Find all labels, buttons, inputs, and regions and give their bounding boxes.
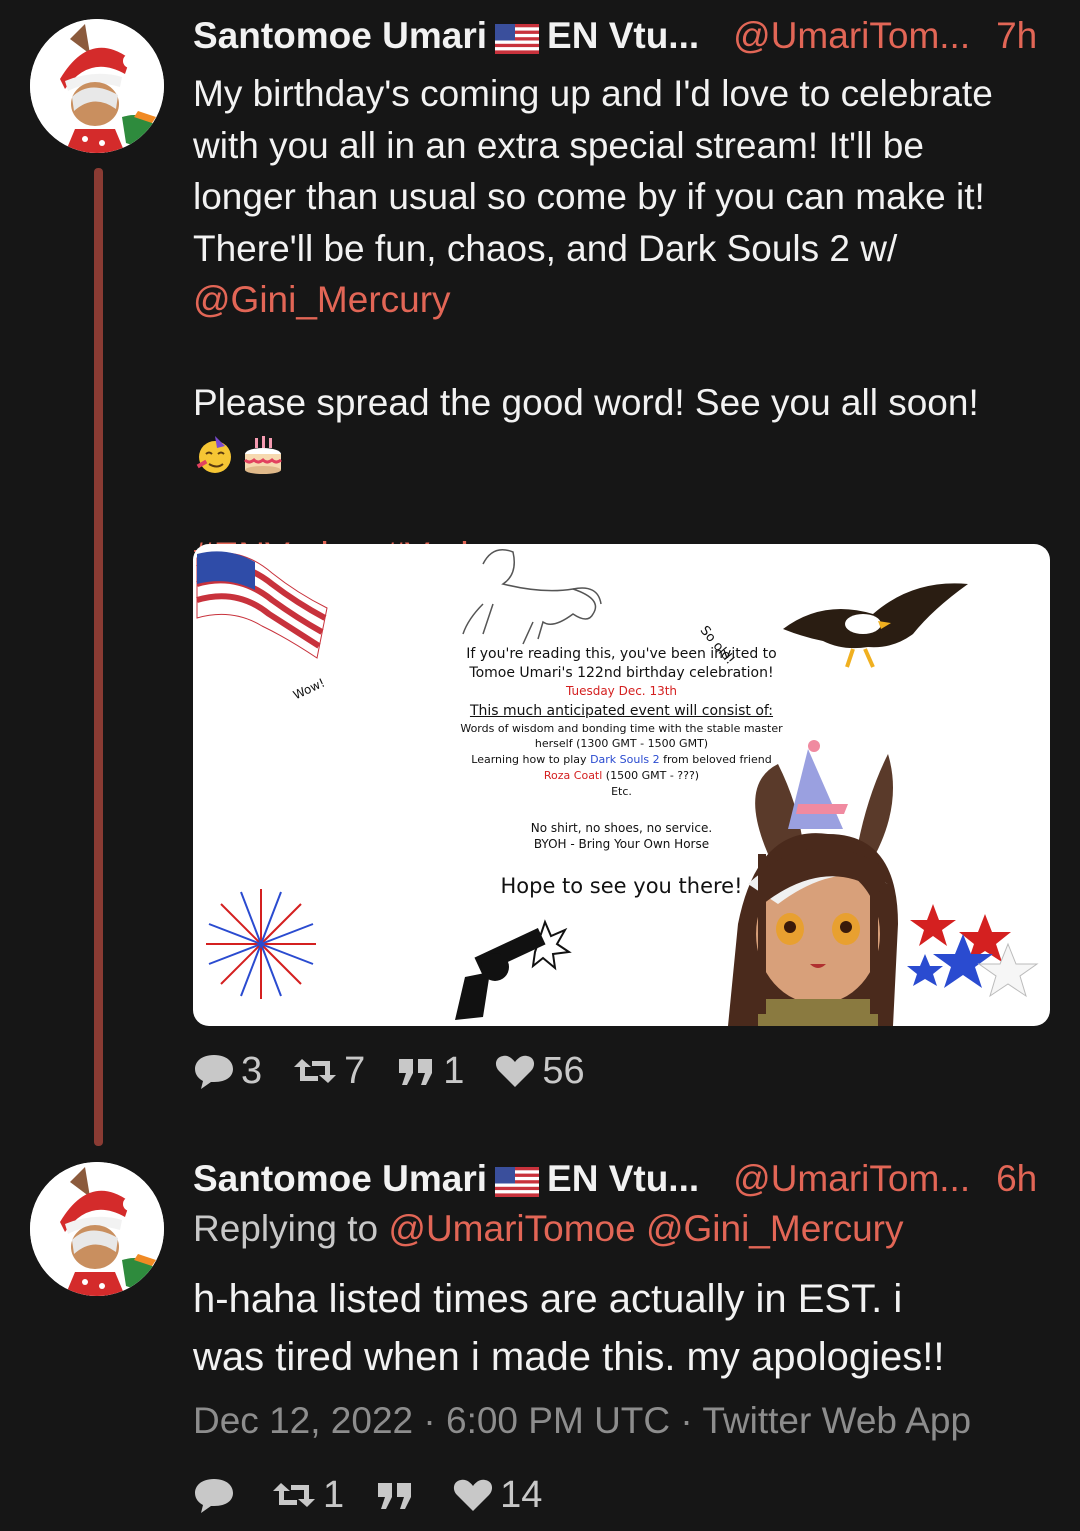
tweet-text-line: longer than usual so come by if you can …	[193, 176, 985, 217]
invitation-item: Roza Coatl (1500 GMT - ???)	[193, 769, 1050, 782]
like-button[interactable]: 56	[494, 1049, 585, 1093]
author-name[interactable]: Santomoe Umari	[193, 15, 487, 57]
mention-link[interactable]: @Gini_Mercury	[193, 279, 451, 320]
invitation-item-text: (1500 GMT - ???)	[602, 769, 700, 782]
author-handle[interactable]: @UmariTom...	[733, 1158, 970, 1200]
author-handle[interactable]: @UmariTom...	[733, 15, 970, 57]
tweet-header: Santomoe Umari EN Vtu... @UmariTom... 7h	[193, 11, 1053, 61]
retweet-button[interactable]: 1	[271, 1474, 344, 1517]
replying-to-label: Replying to	[193, 1208, 379, 1249]
tweet-text: h-haha listed times are actually in EST.…	[193, 1270, 1053, 1386]
tweet-stats: 3 7 1 56	[193, 1046, 615, 1096]
tweet-source: Twitter Web App	[702, 1400, 972, 1441]
tweet-time-full[interactable]: 6:00 PM UTC	[446, 1400, 670, 1441]
thread-line	[94, 168, 103, 1146]
author-name-suffix[interactable]: EN Vtu...	[547, 1158, 699, 1200]
heart-icon	[454, 1479, 493, 1511]
tweet-text-line: Please spread the good word! See you all…	[193, 382, 979, 423]
meta-separator: ·	[423, 1400, 446, 1441]
tweet-text-line: There'll be fun, chaos, and Dark Souls 2…	[193, 227, 898, 269]
invitation-game: Dark Souls 2	[590, 753, 660, 766]
invitation-rule: BYOH - Bring Your Own Horse	[533, 837, 710, 851]
invitation-closing: Hope to see you there!	[500, 874, 743, 898]
like-count: 14	[500, 1473, 543, 1516]
tweet-meta: Dec 12, 2022 · 6:00 PM UTC · Twitter Web…	[193, 1400, 971, 1442]
invitation-etc: Etc.	[611, 785, 632, 798]
quote-button[interactable]	[374, 1475, 422, 1515]
tweet-time[interactable]: 6h	[996, 1158, 1037, 1200]
invitation-item-text: Learning how to play	[471, 753, 591, 766]
retweet-icon	[273, 1483, 315, 1507]
birthday-cake-icon	[241, 432, 285, 476]
author-name-suffix[interactable]: EN Vtu...	[547, 15, 699, 57]
avatar[interactable]	[30, 19, 164, 153]
invitation-line: If you're reading this, you've been invi…	[466, 646, 777, 662]
retweet-button[interactable]: 7	[292, 1050, 365, 1093]
reply-icon	[195, 1479, 233, 1513]
tweet-text-line: h-haha listed times are actually in EST.…	[193, 1277, 903, 1321]
mention-link[interactable]: @Gini_Mercury	[646, 1208, 904, 1249]
reply-button[interactable]: 3	[193, 1050, 262, 1093]
retweet-icon	[294, 1059, 337, 1083]
heart-icon	[496, 1055, 535, 1087]
invitation-heading: This much anticipated event will consist…	[469, 703, 774, 719]
retweet-count: 1	[323, 1473, 345, 1516]
tweet-text-line: with you all in an extra special stream!…	[193, 124, 924, 166]
us-flag-icon	[495, 21, 540, 54]
invitation-item: Learning how to play Dark Souls 2 from b…	[193, 753, 1050, 766]
avatar[interactable]	[30, 1162, 164, 1296]
quote-icon	[399, 1059, 433, 1085]
invitation-line: Tomoe Umari's 122nd birthday celebration…	[469, 665, 774, 681]
invitation-item: Words of wisdom and bonding time with th…	[460, 722, 783, 735]
quote-icon	[378, 1483, 412, 1509]
us-flag-icon	[495, 1164, 540, 1197]
tweet-text-line: My birthday's coming up and I'd love to …	[193, 73, 993, 114]
tweet-stats: 1 14	[193, 1470, 572, 1520]
mention-link[interactable]: @UmariTomoe	[388, 1208, 635, 1249]
invitation-rule: No shirt, no shoes, no service.	[530, 821, 713, 835]
like-button[interactable]: 14	[452, 1474, 542, 1517]
tweet-text: My birthday's coming up and I'd love to …	[193, 68, 1053, 429]
tweet-time[interactable]: 7h	[996, 15, 1037, 57]
reply-icon	[195, 1055, 233, 1089]
emoji-row	[193, 432, 285, 478]
tweet-text-line: was tired when i made this. my apologies…	[193, 1335, 945, 1379]
reply-button[interactable]	[193, 1475, 241, 1515]
replying-to: Replying to @UmariTomoe @Gini_Mercury	[193, 1208, 904, 1250]
attached-image[interactable]: Wow! So old! If you're reading this, you…	[193, 544, 1050, 1026]
party-face-icon	[193, 432, 237, 476]
invitation-item: herself (1300 GMT - 1500 GMT)	[534, 737, 709, 750]
quote-button[interactable]: 1	[395, 1050, 464, 1093]
invitation-item-text: from beloved friend	[659, 753, 772, 766]
tweet-header: Santomoe Umari EN Vtu... @UmariTom... 6h	[193, 1154, 1053, 1204]
reply-count: 3	[241, 1049, 263, 1092]
invitation-date: Tuesday Dec. 13th	[565, 684, 678, 698]
invitation-friend: Roza Coatl	[543, 769, 603, 782]
tweet-date[interactable]: Dec 12, 2022	[193, 1400, 413, 1441]
quote-count: 1	[443, 1049, 465, 1092]
retweet-count: 7	[344, 1049, 366, 1092]
meta-separator: ·	[680, 1400, 703, 1441]
author-name[interactable]: Santomoe Umari	[193, 1158, 487, 1200]
like-count: 56	[542, 1049, 585, 1092]
